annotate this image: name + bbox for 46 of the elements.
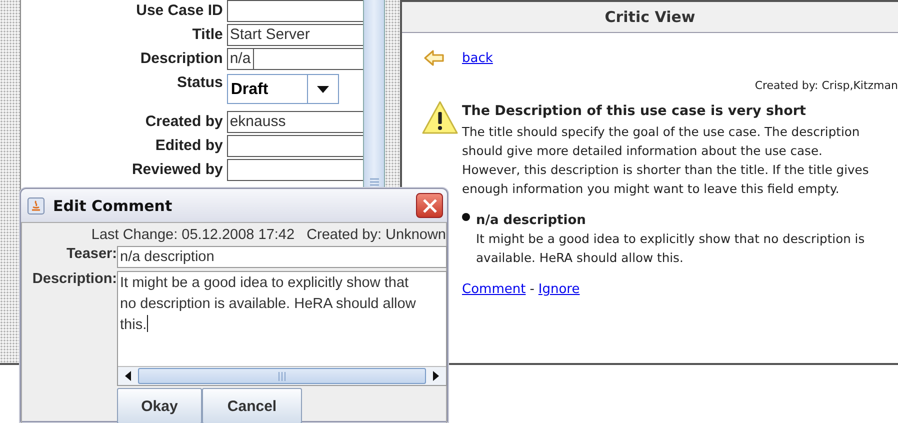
- timestamp-text: Last Change: 05.12.2008 17:42: [91, 227, 295, 243]
- cancel-button[interactable]: Cancel: [202, 388, 302, 423]
- field-label: Status: [176, 73, 223, 93]
- close-icon: [422, 198, 438, 214]
- dialog-title: Edit Comment: [53, 196, 174, 214]
- field-label: Title: [191, 25, 223, 45]
- splitter-handle[interactable]: [0, 0, 21, 363]
- comment-title: n/a description: [476, 213, 587, 228]
- back-link[interactable]: back: [462, 50, 493, 66]
- teaser-field[interactable]: n/a description: [117, 246, 447, 268]
- grip-icon: [278, 372, 286, 380]
- separator-text: -: [530, 282, 534, 297]
- field-label: Reviewed by: [130, 160, 223, 180]
- field-label: Created by: [144, 112, 223, 132]
- field-label: Description: [139, 49, 223, 69]
- author-text: Created by: Unknown: [306, 227, 446, 243]
- field-label: Description:: [31, 271, 117, 289]
- text-field[interactable]: [226, 159, 364, 181]
- description-text-area[interactable]: It might be a good idea to explicitly show that no description is available. HeRA should allow this.: [117, 271, 447, 386]
- okay-button[interactable]: Okay: [117, 388, 202, 423]
- field-label: Use Case ID: [135, 1, 223, 21]
- grip-icon: [370, 178, 379, 186]
- comment-text: It might be a good idea to explicitly show that no description is available. HeRA should allow this.: [476, 231, 866, 267]
- back-arrow-icon: [423, 49, 445, 67]
- author-text: Created by: Crisp,Kitzman: [754, 79, 898, 92]
- action-link[interactable]: Comment: [462, 282, 526, 297]
- text-field[interactable]: [226, 0, 364, 22]
- caret-down-icon: [316, 84, 330, 94]
- status-dropdown[interactable]: Draft: [226, 74, 339, 104]
- action-link[interactable]: Ignore: [538, 282, 580, 297]
- field-label: Edited by: [154, 136, 223, 156]
- warning-icon: [422, 100, 458, 135]
- warning-title: The Description of this use case is very short: [462, 103, 807, 119]
- scroll-right-icon: [433, 371, 439, 381]
- scroll-left-icon: [125, 371, 131, 381]
- text-field[interactable]: eknauss: [226, 111, 364, 133]
- horizontal-scrollbar[interactable]: [118, 366, 446, 385]
- text-field[interactable]: [226, 135, 364, 157]
- field-label: Teaser:: [65, 246, 117, 264]
- bullet-icon: [462, 213, 470, 221]
- app-icon: [27, 196, 45, 214]
- text-field[interactable]: n/a: [226, 48, 364, 70]
- warning-text: The title should specify the goal of the use case. The description should give more detailed information about the use case. However, this description is shorter than the title. If the title gives enough information you might want to leave this field empty.: [462, 124, 870, 198]
- text-field[interactable]: Start Server: [226, 24, 364, 46]
- close-button[interactable]: [416, 193, 443, 218]
- panel-title: Critic View: [402, 2, 898, 33]
